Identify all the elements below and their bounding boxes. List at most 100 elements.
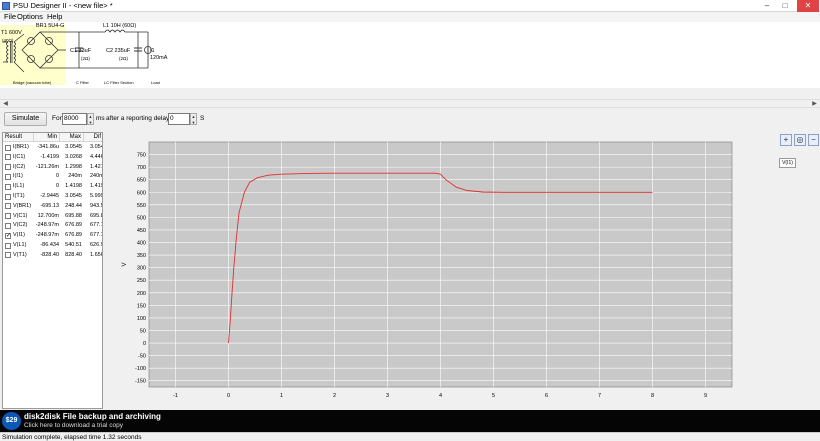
result-row[interactable]: I(C1) -1.4199 3.0268 4.446 <box>3 153 102 162</box>
result-row[interactable]: I(I1) 0 240m 240m <box>3 172 103 181</box>
results-list[interactable]: Result Min Max Dif I(BR1) -341.86u 3.0545 3… <box>2 132 103 409</box>
result-row[interactable]: I(L1) 0 1.4198 1.419 <box>3 182 102 191</box>
result-min: 0 <box>55 173 59 180</box>
result-dif: 240m <box>90 173 103 180</box>
result-name: I(BR1) <box>13 144 29 150</box>
c-filter-caption: C Filter <box>76 80 89 85</box>
result-row[interactable]: ✓ V(I1) -248.97m 676.89 677.1 <box>3 231 102 240</box>
x-tick-label: 7 <box>598 393 601 399</box>
x-tick-label: 8 <box>651 393 654 399</box>
inductor-label: L1 10H (60Ω) <box>103 23 137 29</box>
result-dif: 1.6568 <box>90 251 102 258</box>
result-checkbox[interactable] <box>5 173 11 180</box>
result-row[interactable]: V(BR1) -695.13 248.44 943.5 <box>3 202 102 211</box>
result-dif: 626.9 <box>90 242 103 248</box>
result-checkbox[interactable] <box>5 193 11 200</box>
result-name: V(I1) <box>13 232 25 239</box>
result-max: 3.0545 <box>65 144 82 150</box>
result-row[interactable]: V(T1) -828.40 828.40 1.6568 <box>3 251 102 260</box>
y-tick-label: 300 <box>137 266 146 272</box>
zoom-in-icon[interactable]: + <box>780 134 792 146</box>
lc-filter-caption: LC Filter Section <box>104 80 134 85</box>
bridge-caption: Bridge (vacuum tube) <box>13 80 52 85</box>
chart[interactable]: -150-100-5005010015020025030035040045050… <box>104 132 776 408</box>
result-checkbox[interactable]: ✓ <box>5 232 11 239</box>
result-name: I(C2) <box>13 163 26 170</box>
result-max: 1.4198 <box>65 183 82 190</box>
result-checkbox[interactable] <box>5 164 11 171</box>
maximize-button[interactable]: □ <box>777 0 793 12</box>
scroll-right-icon[interactable]: ▶ <box>810 100 819 108</box>
header-result[interactable]: Result <box>3 133 34 142</box>
x-tick-label: -1 <box>173 393 178 399</box>
close-button[interactable]: ✕ <box>797 0 819 12</box>
y-tick-label: 200 <box>137 291 146 297</box>
result-max: 676.89 <box>65 232 82 239</box>
result-name: V(BR1) <box>13 202 32 209</box>
result-row[interactable]: V(C1) 12.700m 695.88 695.8 <box>3 212 102 221</box>
y-axis-label: V <box>122 262 128 266</box>
result-row[interactable]: I(C2) -121.26m 1.2998 1.421 <box>3 163 102 172</box>
result-checkbox[interactable] <box>5 242 11 249</box>
result-min: -341.86u <box>37 144 59 150</box>
result-name: I(C1) <box>13 153 26 160</box>
schematic-scrollbar[interactable]: ◀ ▶ <box>0 99 820 108</box>
delay-input[interactable]: 0 <box>168 113 190 125</box>
ad-link[interactable]: Click here to download a trial copy <box>24 422 123 430</box>
ms-label: ms <box>96 115 105 122</box>
result-max: 240m <box>68 173 82 180</box>
duration-spinner[interactable]: ▲ ▼ <box>87 113 94 125</box>
result-dif: 5.999 <box>90 193 103 199</box>
simulate-button[interactable]: Simulate <box>4 112 47 126</box>
result-min: -86.434 <box>40 242 59 248</box>
transformer-label: T1 600V <box>1 30 22 36</box>
zoom-fit-icon[interactable]: ◎ <box>794 134 806 146</box>
y-tick-label: 350 <box>137 253 146 259</box>
menu-file[interactable]: File <box>4 12 16 22</box>
result-checkbox[interactable] <box>5 154 11 161</box>
result-dif: 677.1 <box>90 222 103 229</box>
result-min: -695.13 <box>40 202 59 209</box>
y-tick-label: 750 <box>137 153 146 159</box>
delay-label: after a reporting delay of <box>106 115 177 122</box>
menu-help[interactable]: Help <box>47 12 62 22</box>
app-icon <box>2 2 10 10</box>
result-checkbox[interactable] <box>5 144 11 151</box>
ad-banner[interactable]: $29 disk2disk File backup and archiving … <box>0 410 820 432</box>
result-checkbox[interactable] <box>5 213 11 220</box>
duration-input[interactable]: 8000 <box>62 113 87 125</box>
c2-label: C2 235uF <box>106 48 131 54</box>
result-max: 676.89 <box>65 222 82 229</box>
ad-price-badge[interactable]: $29 <box>2 412 21 430</box>
c2-res-label: (2Ω) <box>119 56 128 61</box>
rectifier-label: BR1 5U4-G <box>36 23 65 29</box>
zoom-out-icon[interactable]: − <box>808 134 819 146</box>
result-row[interactable]: V(C2) -248.97m 676.89 677.1 <box>3 221 103 230</box>
result-min: -828.40 <box>40 251 59 258</box>
result-checkbox[interactable] <box>5 252 11 259</box>
y-tick-label: -50 <box>138 354 146 360</box>
minimize-button[interactable]: – <box>759 0 775 12</box>
header-min[interactable]: Min <box>34 133 60 142</box>
y-tick-label: 650 <box>137 178 146 184</box>
result-row[interactable]: V(L1) -86.434 540.51 626.9 <box>3 241 103 250</box>
result-checkbox[interactable] <box>5 183 11 190</box>
result-row[interactable]: I(BR1) -341.86u 3.0545 3.054 <box>3 143 102 152</box>
y-tick-label: -150 <box>135 379 146 385</box>
result-min: 12.700m <box>37 212 59 219</box>
result-row[interactable]: I(T1) -2.9445 3.0545 5.999 <box>3 192 103 201</box>
ad-title[interactable]: disk2disk File backup and archiving <box>24 412 161 422</box>
result-name: V(T1) <box>13 251 27 258</box>
header-max[interactable]: Max <box>60 133 84 142</box>
inductor-l1-symbol[interactable] <box>104 29 126 33</box>
header-dif[interactable]: Dif <box>84 133 102 142</box>
scroll-left-icon[interactable]: ◀ <box>1 100 10 108</box>
c1-label: C1 33uF <box>70 48 92 54</box>
load-value-label: 120mA <box>150 55 168 61</box>
window-title: PSU Designer II - <new file> * <box>13 1 113 10</box>
menu-options[interactable]: Options <box>17 12 43 22</box>
result-checkbox[interactable] <box>5 203 11 210</box>
result-checkbox[interactable] <box>5 222 11 229</box>
delay-spinner[interactable]: ▲ ▼ <box>190 113 197 125</box>
y-tick-label: 550 <box>137 203 146 209</box>
